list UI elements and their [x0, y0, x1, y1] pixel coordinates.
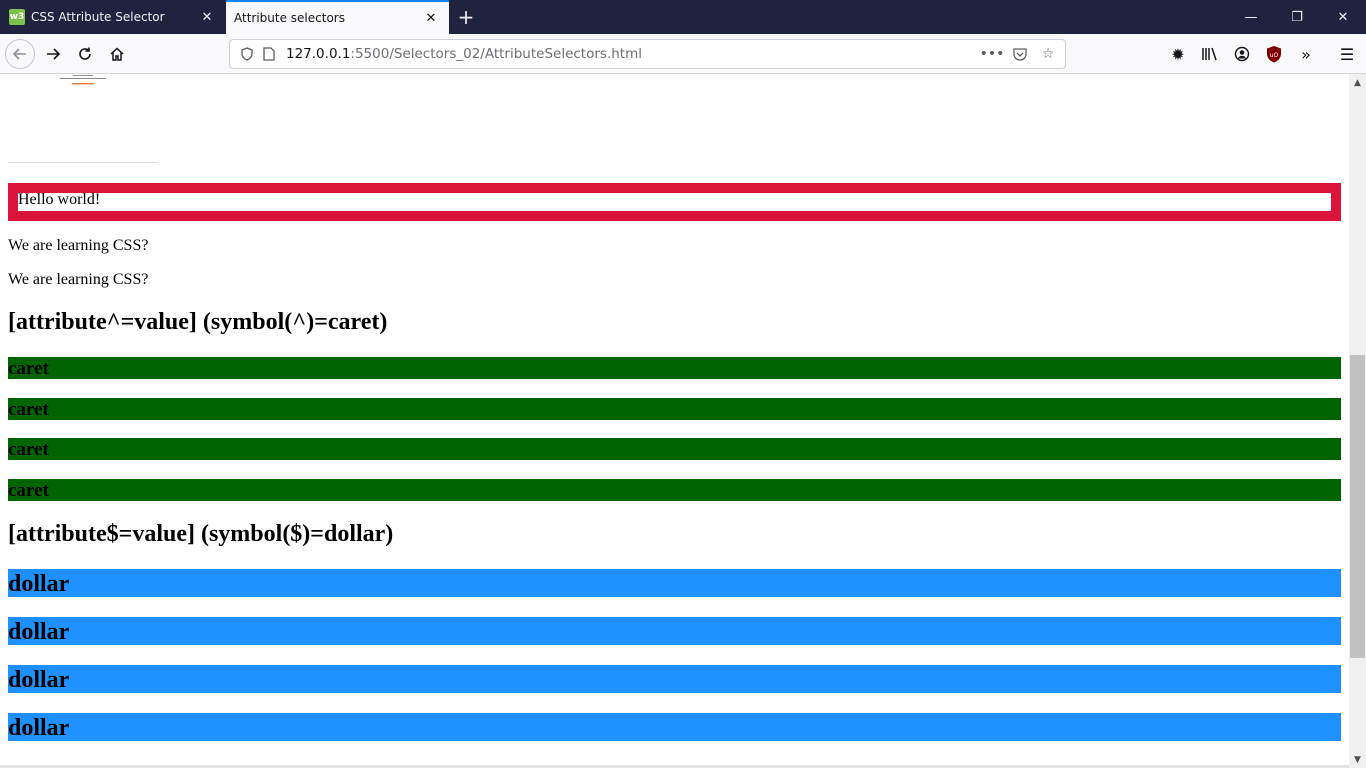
- overflow-chevron-icon[interactable]: »: [1294, 42, 1318, 66]
- caret-item: caret: [8, 479, 1341, 501]
- library-icon[interactable]: [1198, 42, 1222, 66]
- tab-title: CSS Attribute Selector: [31, 10, 165, 24]
- horizontal-rule: [8, 162, 158, 163]
- dollar-item: dollar: [8, 665, 1341, 693]
- tab-bar: w3 CSS Attribute Selector ✕ Attribute se…: [0, 0, 1366, 34]
- caret-heading: [attribute^=value] (symbol(^)=caret): [8, 309, 388, 335]
- dollar-item: dollar: [8, 569, 1341, 597]
- extension-gear-icon[interactable]: ✹: [1166, 42, 1190, 66]
- tab-attribute-selectors[interactable]: Attribute selectors ✕: [226, 0, 449, 34]
- caret-item: caret: [8, 438, 1341, 460]
- scrollbar-thumb[interactable]: [1350, 355, 1365, 658]
- dollar-item: dollar: [8, 713, 1341, 741]
- address-bar[interactable]: 127.0.0.1:5500/Selectors_02/AttributeSel…: [229, 39, 1066, 69]
- page-viewport: Hello world! We are learning CSS? We are…: [0, 74, 1349, 768]
- tab-css-attribute-selector[interactable]: w3 CSS Attribute Selector ✕: [0, 0, 225, 34]
- url-host: 127.0.0.1: [286, 46, 351, 62]
- ublock-origin-icon[interactable]: uO: [1262, 42, 1286, 66]
- hello-world-text: Hello world!: [18, 191, 101, 208]
- new-tab-plus-icon[interactable]: +: [452, 3, 480, 31]
- dollar-item: dollar: [8, 617, 1341, 645]
- forward-arrow-icon[interactable]: [38, 39, 68, 69]
- w3schools-favicon-icon: w3: [9, 9, 25, 25]
- navigation-toolbar: 127.0.0.1:5500/Selectors_02/AttributeSel…: [0, 34, 1366, 74]
- scroll-down-arrow-icon[interactable]: ▼: [1349, 751, 1366, 768]
- tab-close-icon[interactable]: ✕: [419, 6, 443, 30]
- pocket-icon[interactable]: [1009, 43, 1031, 65]
- vertical-scrollbar[interactable]: ▲ ▼: [1349, 74, 1366, 768]
- restore-icon[interactable]: ❐: [1274, 0, 1320, 34]
- thumbnail-image: [60, 75, 106, 85]
- minimize-icon[interactable]: —: [1228, 0, 1274, 34]
- back-arrow-icon[interactable]: [5, 39, 35, 69]
- tracking-protection-shield-icon[interactable]: [238, 45, 256, 63]
- page-info-icon[interactable]: [260, 45, 278, 63]
- url-path: :5500/Selectors_02/AttributeSelectors.ht…: [350, 46, 642, 62]
- tab-close-icon[interactable]: ✕: [195, 5, 219, 29]
- tab-title: Attribute selectors: [234, 11, 345, 25]
- caret-item: caret: [8, 398, 1341, 420]
- page-actions-icon[interactable]: •••: [980, 43, 1005, 65]
- reload-icon[interactable]: [70, 39, 100, 69]
- account-icon[interactable]: [1230, 42, 1254, 66]
- home-icon[interactable]: [102, 39, 132, 69]
- scroll-up-arrow-icon[interactable]: ▲: [1349, 74, 1366, 91]
- svg-text:uO: uO: [1270, 52, 1279, 59]
- url-text[interactable]: 127.0.0.1:5500/Selectors_02/AttributeSel…: [286, 46, 642, 62]
- hello-world-box: Hello world!: [8, 183, 1341, 221]
- window-close-icon[interactable]: ✕: [1320, 0, 1366, 34]
- paragraph: We are learning CSS?: [8, 271, 149, 288]
- hamburger-menu-icon[interactable]: ☰: [1335, 42, 1359, 66]
- caret-item: caret: [8, 357, 1341, 379]
- bookmark-star-icon[interactable]: ☆: [1037, 43, 1059, 65]
- paragraph: We are learning CSS?: [8, 237, 149, 254]
- dollar-heading: [attribute$=value] (symbol($)=dollar): [8, 521, 394, 547]
